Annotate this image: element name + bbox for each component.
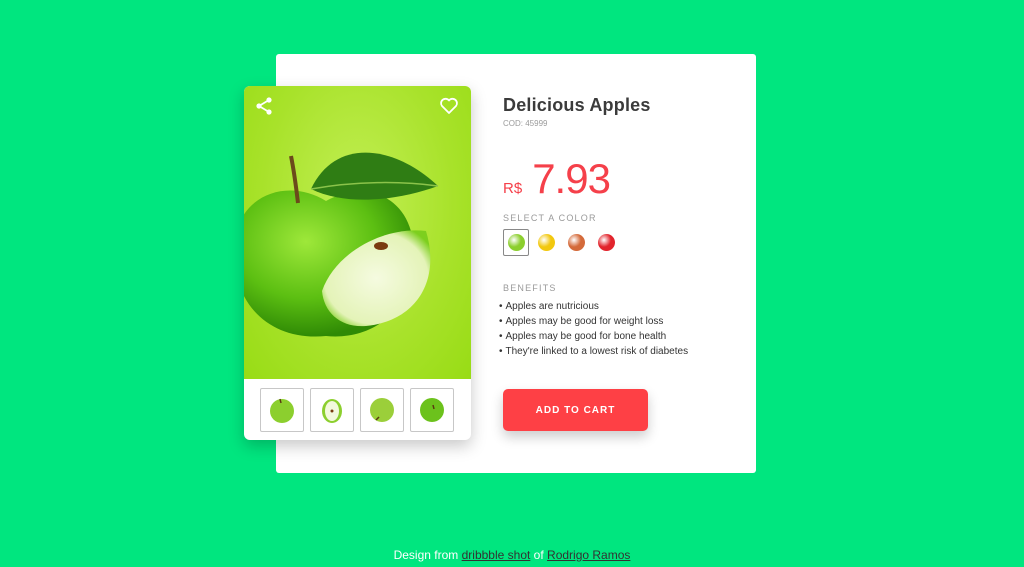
thumbnail-green-apple-bottom[interactable] — [360, 388, 404, 432]
thumbnail-strip — [244, 379, 471, 432]
color-swatches — [503, 229, 743, 256]
product-code: COD: 45999 — [503, 119, 548, 128]
footer-credit: Design from dribbble shot of Rodrigo Ram… — [0, 548, 1024, 562]
author-link[interactable]: Rodrigo Ramos — [547, 548, 630, 562]
product-info: Delicious Apples COD: 45999 R$ 7.93 SELE… — [503, 95, 743, 359]
share-icon[interactable] — [254, 96, 274, 116]
gala-apple-swatch-icon — [567, 234, 585, 251]
red-apple-swatch-icon — [597, 234, 615, 251]
price-currency: R$ — [503, 180, 523, 197]
product-hero-image — [244, 86, 471, 379]
benefit-item: Apples may be good for bone health — [499, 329, 743, 344]
price-value: 7.93 — [532, 155, 611, 202]
green-apple-swatch-icon — [507, 234, 525, 251]
select-color-label: SELECT A COLOR — [503, 213, 597, 223]
thumbnail-green-apple-top[interactable] — [410, 388, 454, 432]
footer-prefix: Design from — [393, 548, 462, 562]
product-title: Delicious Apples — [503, 95, 651, 115]
yellow-apple-swatch-icon — [537, 234, 555, 251]
benefits-list: Apples are nutricious Apples may be good… — [499, 299, 743, 359]
product-price: R$ 7.93 — [503, 155, 743, 203]
benefit-item: Apples are nutricious — [499, 299, 743, 314]
benefits-label: BENEFITS — [503, 283, 557, 293]
footer-middle: of — [530, 548, 548, 562]
swatch-gala[interactable] — [563, 229, 589, 256]
add-to-cart-button[interactable]: ADD TO CART — [503, 389, 648, 431]
thumbnail-green-apple-half[interactable] — [310, 388, 354, 432]
green-apple-image — [244, 152, 439, 337]
thumbnail-green-apple-whole[interactable] — [260, 388, 304, 432]
swatch-green[interactable] — [503, 229, 529, 256]
swatch-yellow[interactable] — [533, 229, 559, 256]
heart-icon[interactable] — [439, 96, 459, 116]
dribbble-shot-link[interactable]: dribbble shot — [462, 548, 531, 562]
product-gallery — [244, 86, 471, 440]
swatch-red[interactable] — [593, 229, 619, 256]
benefit-item: Apples may be good for weight loss — [499, 314, 743, 329]
benefit-item: They're linked to a lowest risk of diabe… — [499, 344, 743, 359]
